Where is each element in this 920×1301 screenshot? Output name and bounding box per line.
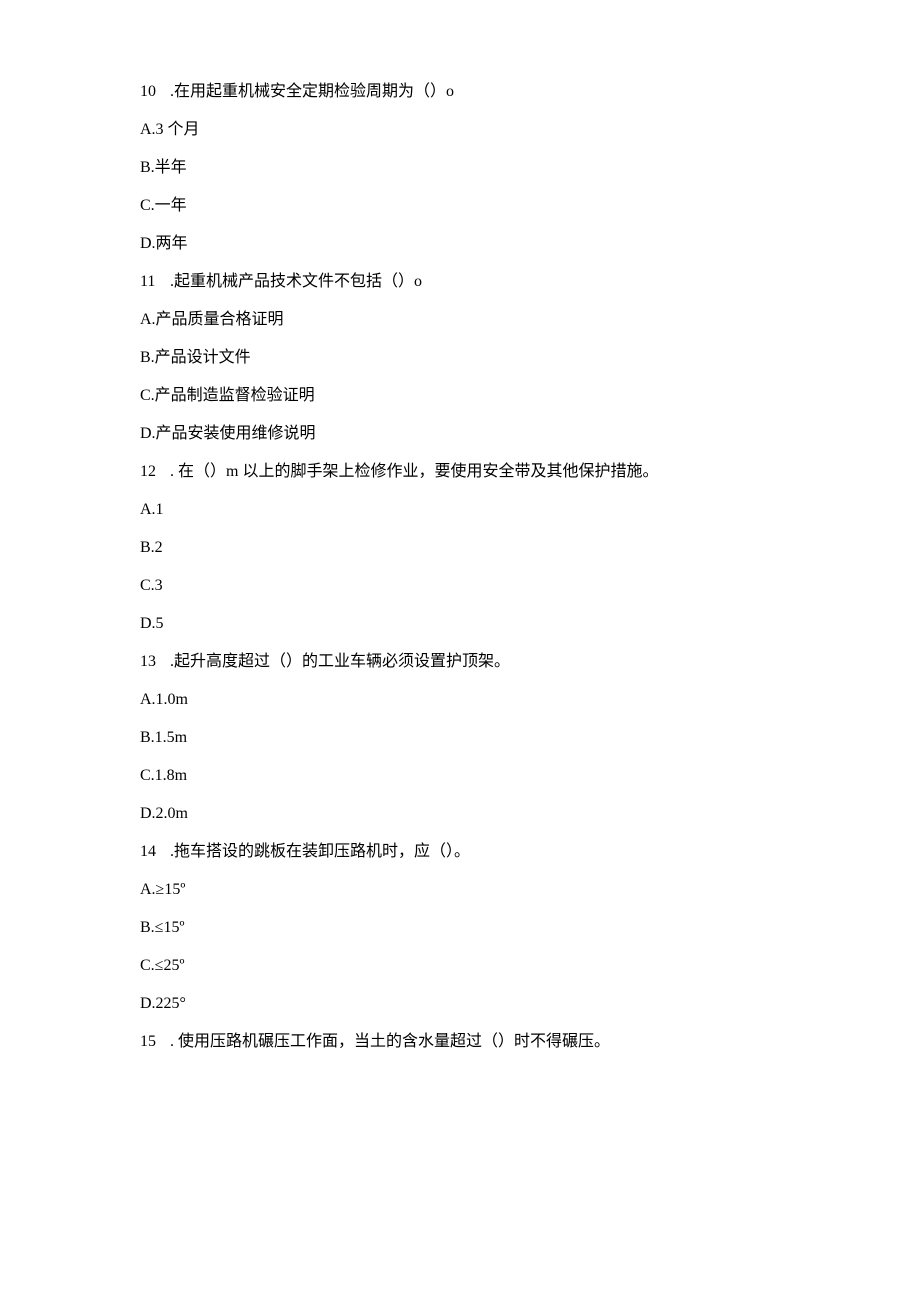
option-a: A.1 xyxy=(140,498,780,522)
question-14: 14 .拖车搭设的跳板在装卸压路机时，应（）。 A.≥15º B.≤15º C.… xyxy=(140,840,780,1016)
question-body: .拖车搭设的跳板在装卸压路机时，应（）。 xyxy=(170,843,470,860)
question-text: 11 .起重机械产品技术文件不包括（）o xyxy=(140,270,780,294)
option-d: D.225° xyxy=(140,992,780,1016)
option-c: C.产品制造监督检验证明 xyxy=(140,384,780,408)
question-text: 14 .拖车搭设的跳板在装卸压路机时，应（）。 xyxy=(140,840,780,864)
option-b: B.≤15º xyxy=(140,916,780,940)
question-text: 10 .在用起重机械安全定期检验周期为（）o xyxy=(140,80,780,104)
option-a: A.1.0m xyxy=(140,688,780,712)
option-d: D.两年 xyxy=(140,232,780,256)
option-d: D.2.0m xyxy=(140,802,780,826)
option-b: B.2 xyxy=(140,536,780,560)
option-c: C.3 xyxy=(140,574,780,598)
question-10: 10 .在用起重机械安全定期检验周期为（）o A.3 个月 B.半年 C.一年 … xyxy=(140,80,780,256)
question-text: 13 .起升高度超过（）的工业车辆必须设置护顶架。 xyxy=(140,650,780,674)
question-11: 11 .起重机械产品技术文件不包括（）o A.产品质量合格证明 B.产品设计文件… xyxy=(140,270,780,446)
question-body: . 使用压路机碾压工作面，当土的含水量超过（）时不得碾压。 xyxy=(170,1033,610,1050)
option-d: D.5 xyxy=(140,612,780,636)
question-body: . 在（）m 以上的脚手架上检修作业，要使用安全带及其他保护措施。 xyxy=(170,463,658,480)
option-d: D.产品安装使用维修说明 xyxy=(140,422,780,446)
option-b: B.半年 xyxy=(140,156,780,180)
question-body: .在用起重机械安全定期检验周期为（）o xyxy=(170,83,454,100)
question-12: 12 . 在（）m 以上的脚手架上检修作业，要使用安全带及其他保护措施。 A.1… xyxy=(140,460,780,636)
question-body: .起重机械产品技术文件不包括（）o xyxy=(170,273,422,290)
question-15: 15 . 使用压路机碾压工作面，当土的含水量超过（）时不得碾压。 xyxy=(140,1030,780,1054)
option-c: C.1.8m xyxy=(140,764,780,788)
option-a: A.3 个月 xyxy=(140,118,780,142)
question-number: 11 xyxy=(140,270,166,294)
question-text: 15 . 使用压路机碾压工作面，当土的含水量超过（）时不得碾压。 xyxy=(140,1030,780,1054)
question-number: 13 xyxy=(140,650,166,674)
question-text: 12 . 在（）m 以上的脚手架上检修作业，要使用安全带及其他保护措施。 xyxy=(140,460,780,484)
question-body: .起升高度超过（）的工业车辆必须设置护顶架。 xyxy=(170,653,510,670)
question-number: 12 xyxy=(140,460,166,484)
question-number: 14 xyxy=(140,840,166,864)
option-b: B.1.5m xyxy=(140,726,780,750)
option-a: A.≥15º xyxy=(140,878,780,902)
question-13: 13 .起升高度超过（）的工业车辆必须设置护顶架。 A.1.0m B.1.5m … xyxy=(140,650,780,826)
option-c: C.≤25º xyxy=(140,954,780,978)
question-number: 10 xyxy=(140,80,166,104)
option-c: C.一年 xyxy=(140,194,780,218)
option-a: A.产品质量合格证明 xyxy=(140,308,780,332)
option-b: B.产品设计文件 xyxy=(140,346,780,370)
question-number: 15 xyxy=(140,1030,166,1054)
